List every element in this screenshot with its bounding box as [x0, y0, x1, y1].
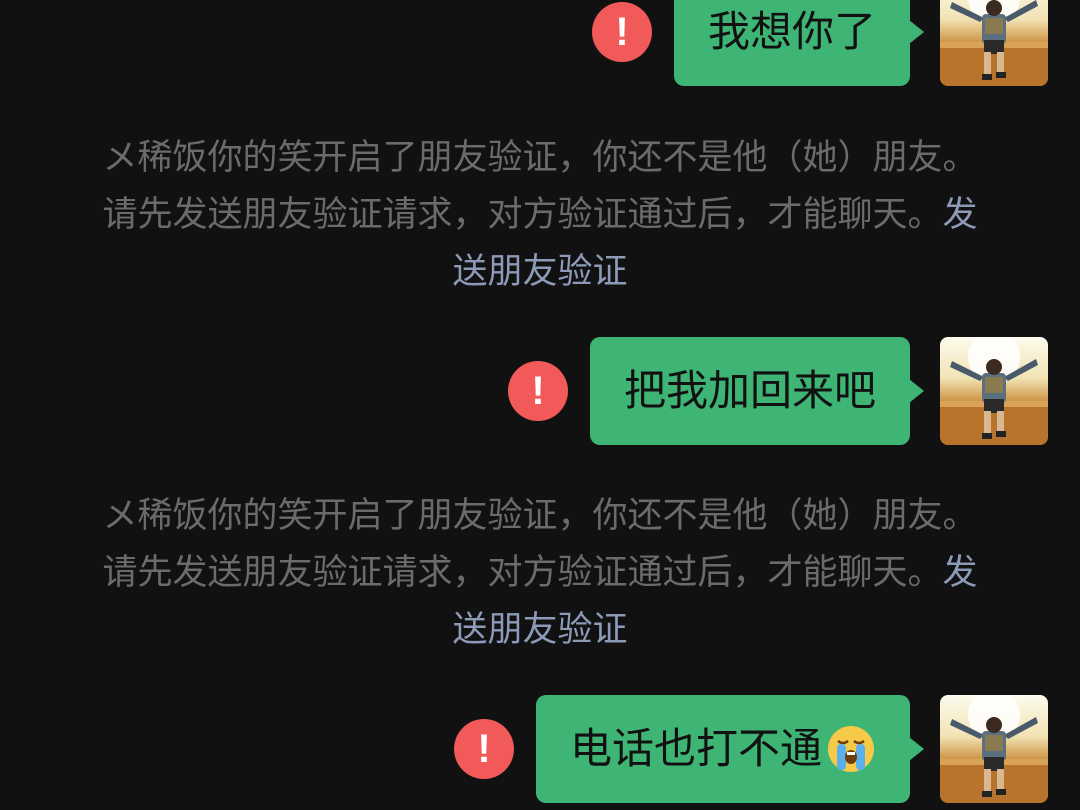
chat-view: ! 我想你了 メ稀饭你的笑开启了朋友验证，你还不是他（她）朋友。请先发送朋友验证… — [0, 0, 1080, 810]
avatar-image — [940, 337, 1048, 445]
avatar[interactable] — [940, 337, 1048, 445]
message-row: ! 我想你了 — [591, 0, 1048, 86]
loudly-crying-face-icon — [828, 726, 874, 772]
message-bubble[interactable]: 把我加回来吧 — [589, 337, 910, 445]
message-bubble[interactable]: 我想你了 — [673, 0, 910, 86]
message-row: ! 把我加回来吧 — [507, 337, 1048, 445]
avatar-image — [940, 0, 1048, 86]
send-failed-icon[interactable]: ! — [591, 2, 652, 62]
avatar[interactable] — [940, 0, 1048, 86]
avatar-image — [940, 695, 1048, 803]
message-bubble[interactable]: 电话也打不通 — [535, 695, 910, 803]
system-notice: メ稀饭你的笑开启了朋友验证，你还不是他（她）朋友。请先发送朋友验证请求，对方验证… — [102, 138, 978, 292]
message-row: ! 电话也打不通 — [453, 695, 1048, 803]
system-notice: メ稀饭你的笑开启了朋友验证，你还不是他（她）朋友。请先发送朋友验证请求，对方验证… — [102, 496, 978, 650]
send-failed-icon[interactable]: ! — [453, 719, 514, 779]
avatar[interactable] — [940, 695, 1048, 803]
send-failed-icon[interactable]: ! — [507, 361, 568, 421]
